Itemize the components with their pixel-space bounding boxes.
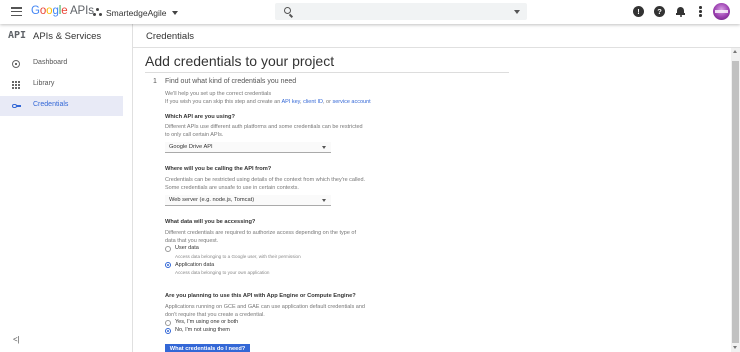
title-divider xyxy=(145,72,509,73)
sidebar-item-credentials[interactable]: Credentials xyxy=(0,96,123,116)
user-data-hint: Access data belonging to a Google user, … xyxy=(175,254,301,259)
api-logo-icon: API xyxy=(8,30,27,41)
intro-skip-prefix: If you wish you can skip this step and c… xyxy=(165,99,282,105)
library-icon xyxy=(12,81,20,89)
step-number: 1 xyxy=(153,78,157,85)
api-question-help: Different APIs use different auth platfo… xyxy=(165,124,363,130)
chevron-down-icon xyxy=(322,199,326,202)
api-question-help: to only call certain APIs. xyxy=(165,132,224,138)
engine-no-radio[interactable] xyxy=(165,328,171,334)
search-input[interactable] xyxy=(275,3,527,20)
scrollbar-thumb[interactable] xyxy=(732,61,739,343)
sidebar-item-dashboard[interactable]: Dashboard xyxy=(0,54,123,74)
chevron-down-icon xyxy=(172,10,179,15)
search-dropdown-icon[interactable] xyxy=(514,10,520,14)
api-select-value: Google Drive API xyxy=(169,144,213,150)
help-icon[interactable]: ? xyxy=(654,6,665,17)
api-select[interactable]: Google Drive API xyxy=(165,142,331,153)
calling-from-help: Credentials can be restricted using deta… xyxy=(165,177,366,183)
application-data-radio[interactable] xyxy=(165,262,171,268)
data-access-help: Different credentials are required to au… xyxy=(165,230,356,236)
api-question-label: Which API are you using? xyxy=(165,114,235,120)
intro-skip-text: If you wish you can skip this step and c… xyxy=(165,99,371,105)
notifications-icon[interactable] xyxy=(676,6,685,17)
sidebar: API APIs & Services Dashboard Library Cr… xyxy=(0,24,133,352)
calling-from-question-label: Where will you be calling the API from? xyxy=(165,166,272,172)
credentials-wizard: Add credentials to your project 1 Find o… xyxy=(133,48,729,352)
menu-icon[interactable] xyxy=(11,7,22,17)
engine-yes-label: Yes, I'm using one or both xyxy=(175,319,239,325)
top-app-bar: Google APIs SmartedgeAgile ! ? xyxy=(0,0,740,24)
engine-question-help: Applications running on GCE and GAE can … xyxy=(165,304,365,310)
page-title: Add credentials to your project xyxy=(145,53,335,69)
avatar[interactable] xyxy=(713,3,730,20)
support-icon[interactable]: ! xyxy=(633,6,644,17)
application-data-label: Application data xyxy=(175,262,215,268)
engine-question-help: don't require that you create a credenti… xyxy=(165,312,265,318)
intro-text: We'll help you set up the correct creden… xyxy=(165,91,272,97)
project-name: SmartedgeAgile xyxy=(106,7,167,18)
key-icon xyxy=(12,102,21,110)
breadcrumb: Credentials xyxy=(146,31,195,42)
sidebar-item-label: Library xyxy=(33,80,55,87)
project-selector[interactable]: SmartedgeAgile xyxy=(93,6,179,19)
service-account-link[interactable]: service account xyxy=(332,99,370,105)
calling-from-help: Some credentials are unsafe to use in ce… xyxy=(165,185,299,191)
scroll-up-icon[interactable] xyxy=(733,50,737,53)
chevron-down-icon xyxy=(322,146,326,149)
scrollbar[interactable] xyxy=(731,48,740,352)
data-access-help: data that you request. xyxy=(165,238,219,244)
user-data-radio[interactable] xyxy=(165,246,171,252)
sidebar-title: APIs & Services xyxy=(33,31,102,42)
sidebar-item-label: Dashboard xyxy=(33,59,68,66)
user-data-label: User data xyxy=(175,245,199,251)
collapse-sidebar-icon[interactable]: <| xyxy=(13,335,20,344)
api-key-link[interactable]: API key xyxy=(281,99,300,105)
project-dots-icon xyxy=(93,8,102,17)
step-title: Find out what kind of credentials you ne… xyxy=(165,78,297,85)
dashboard-icon xyxy=(12,60,20,68)
content-header: Credentials xyxy=(133,24,740,48)
sidebar-item-label: Credentials xyxy=(33,101,69,108)
logo-letter: G xyxy=(31,5,40,17)
more-options-icon[interactable] xyxy=(699,6,702,17)
search-icon xyxy=(284,7,291,14)
sidebar-item-library[interactable]: Library xyxy=(0,75,123,95)
data-access-question-label: What data will you be accessing? xyxy=(165,219,256,225)
client-id-link[interactable]: client ID xyxy=(303,99,323,105)
engine-question-label: Are you planning to use this API with Ap… xyxy=(165,293,356,299)
engine-no-label: No, I'm not using them xyxy=(175,327,230,333)
scroll-down-icon[interactable] xyxy=(733,346,737,349)
engine-yes-radio[interactable] xyxy=(165,320,171,326)
what-credentials-button[interactable]: What credentials do I need? xyxy=(165,344,250,352)
application-data-hint: Access data belonging to your own applic… xyxy=(175,270,270,275)
google-apis-logo[interactable]: Google APIs xyxy=(31,5,94,17)
logo-apis-text: APIs xyxy=(67,5,94,17)
sidebar-header: API APIs & Services xyxy=(0,24,133,48)
calling-from-select[interactable]: Web server (e.g. node.js, Tomcat) xyxy=(165,195,331,206)
calling-from-select-value: Web server (e.g. node.js, Tomcat) xyxy=(169,197,255,203)
